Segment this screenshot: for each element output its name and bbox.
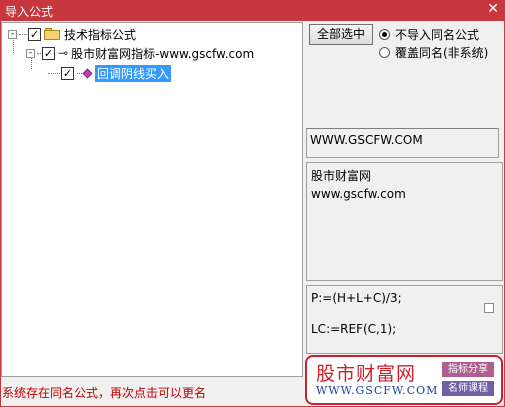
code-checkbox[interactable] bbox=[484, 303, 494, 313]
radio-indicator[interactable] bbox=[379, 47, 390, 58]
description-line: www.gscfw.com bbox=[311, 187, 406, 201]
url-field: WWW.GSCFW.COM bbox=[306, 128, 499, 158]
brand-site-text: WWW.GSCFW.COM bbox=[316, 384, 439, 397]
tag-courses[interactable]: 名师课程 bbox=[442, 381, 494, 396]
checkbox-leaf[interactable]: ✓ bbox=[61, 66, 74, 80]
radio-skip-duplicates[interactable]: 不导入同名公式 bbox=[379, 26, 479, 43]
tree-connector bbox=[37, 52, 41, 54]
tree-connector bbox=[19, 33, 27, 35]
tag-indicator-share[interactable]: 指标分享 bbox=[442, 362, 494, 377]
folder-icon bbox=[44, 28, 60, 40]
radio-overwrite[interactable]: 覆盖同名(非系统) bbox=[379, 44, 488, 61]
key-icon: ⊸ bbox=[58, 46, 69, 60]
tree-connector bbox=[48, 72, 60, 74]
status-message: 系统存在同名公式，再次点击可以更名 bbox=[2, 386, 207, 400]
radio-indicator[interactable] bbox=[379, 29, 390, 40]
description-line: 股市财富网 bbox=[311, 169, 372, 183]
window-title: 导入公式 bbox=[5, 5, 54, 19]
code-line: LC:=REF(C,1); bbox=[311, 322, 397, 336]
collapse-icon[interactable]: - bbox=[8, 29, 17, 39]
tree-node-label-selected[interactable]: 回调阴线买入 bbox=[95, 64, 172, 82]
brand-logo-text: 股市财富网 bbox=[316, 363, 417, 385]
collapse-icon[interactable]: - bbox=[26, 48, 35, 58]
checkbox-root[interactable]: ✓ bbox=[28, 27, 41, 41]
code-line: P:=(H+L+C)/3; bbox=[311, 291, 402, 305]
tree-node-leaf[interactable]: ✓ 回调阴线买入 bbox=[48, 64, 172, 82]
radio-label: 覆盖同名(非系统) bbox=[395, 46, 489, 60]
checkbox-child[interactable]: ✓ bbox=[42, 46, 55, 60]
formula-tree[interactable]: - ✓ 技术指标公式 - ✓ ⊸ 股市财富网指标-www.gscfw.com ✓… bbox=[1, 22, 303, 377]
radio-label: 不导入同名公式 bbox=[395, 28, 480, 42]
close-icon[interactable]: ✕ bbox=[487, 1, 499, 17]
formula-code-box[interactable]: P:=(H+L+C)/3; LC:=REF(C,1); bbox=[306, 285, 503, 354]
brand-banner[interactable]: 股市财富网 WWW.GSCFW.COM 指标分享 名师课程 bbox=[305, 355, 503, 405]
tree-node-child[interactable]: - ✓ ⊸ 股市财富网指标-www.gscfw.com bbox=[26, 45, 254, 61]
description-box: 股市财富网 www.gscfw.com bbox=[306, 162, 503, 281]
tree-node-root[interactable]: - ✓ 技术指标公式 bbox=[8, 26, 136, 42]
tree-node-label: 股市财富网指标-www.gscfw.com bbox=[71, 46, 255, 61]
title-bar: 导入公式 ✕ bbox=[0, 0, 505, 21]
tree-node-label: 技术指标公式 bbox=[64, 27, 137, 42]
select-all-button[interactable]: 全部选中 bbox=[309, 24, 373, 45]
formula-icon bbox=[77, 68, 93, 78]
